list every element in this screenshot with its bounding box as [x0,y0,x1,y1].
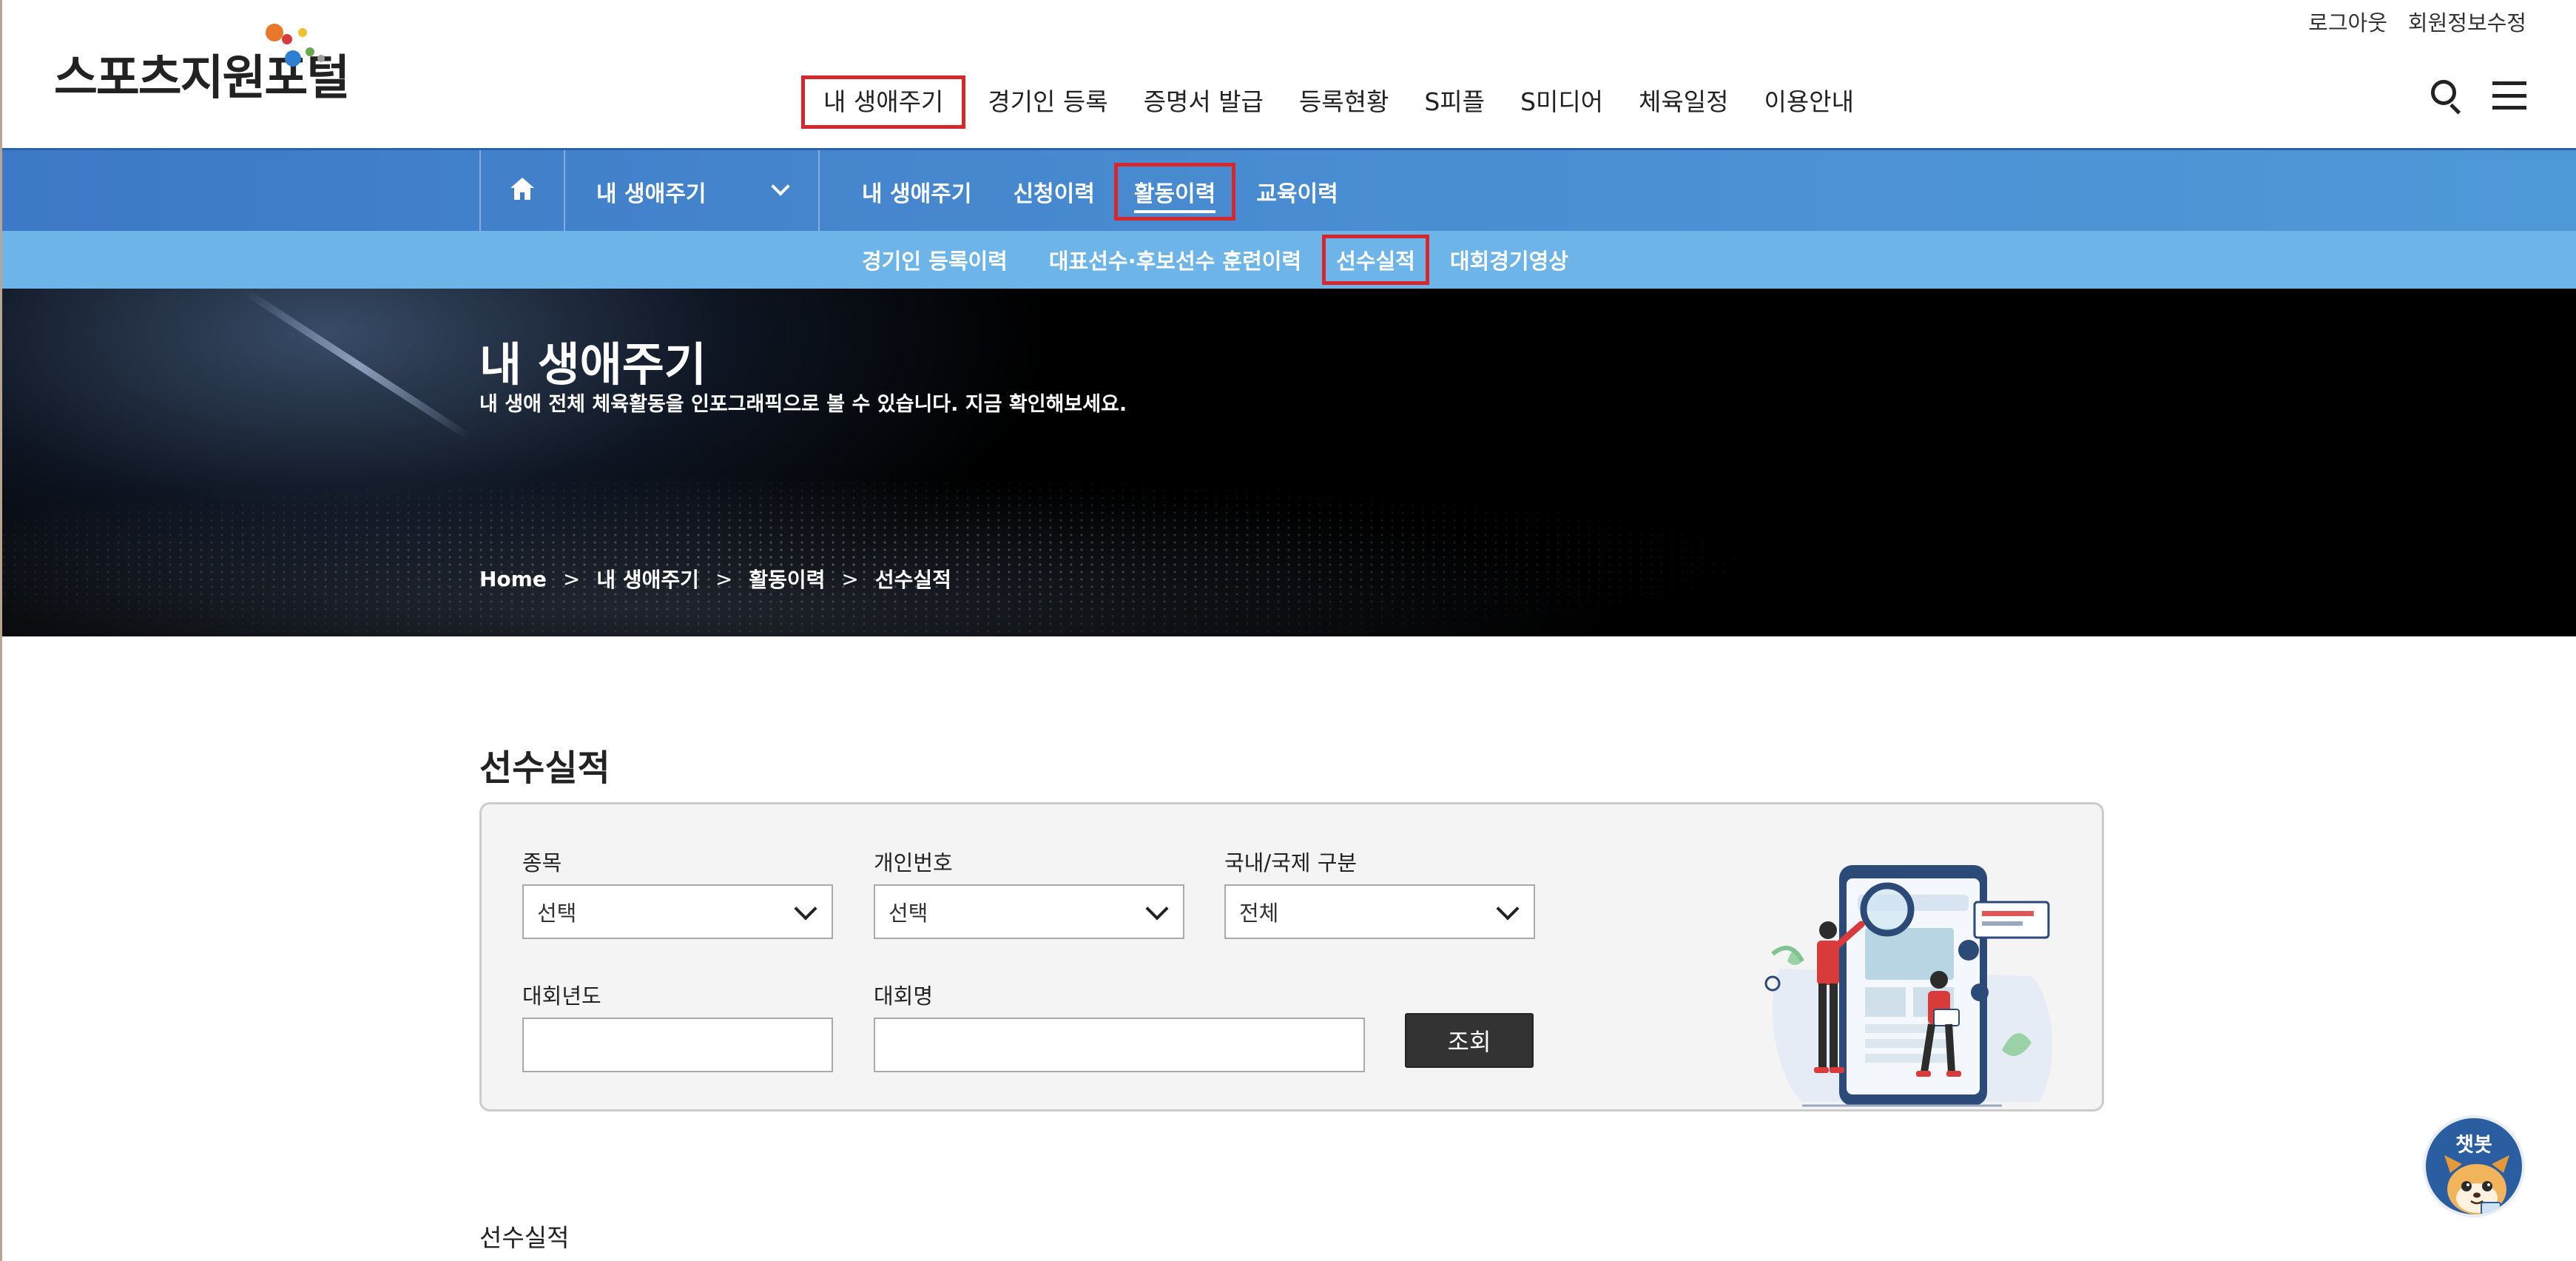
sub-navigation: 내 생애주기 내 생애주기 신청이력 활동이력 교육이력 [2,148,2576,233]
gnb-item-athlete-registration[interactable]: 경기인 등록 [988,77,1107,127]
site-header: 스포츠지원포털 로그아웃 회원정보수정 내 생애주기 경기인 등록 증명서 발급… [2,0,2576,148]
global-nav: 내 생애주기 경기인 등록 증명서 발급 등록현황 S피플 S미디어 체육일정 … [801,75,1889,129]
chevron-down-icon [1145,897,1169,921]
tab-application-history[interactable]: 신청이력 [1013,175,1094,208]
gnb-item-my-lifecycle[interactable]: 내 생애주기 [801,75,966,129]
gnb-item-registration-status[interactable]: 등록현황 [1299,77,1389,127]
chevron-down-icon [1496,897,1520,921]
sport-select-value: 선택 [537,901,577,926]
breadcrumb-separator: > [841,566,859,591]
edit-profile-link[interactable]: 회원정보수정 [2408,6,2526,37]
logo-dot-yellow [298,28,307,37]
sport-label: 종목 [522,850,562,875]
chevron-down-icon [794,897,817,921]
logo-dot-green [306,47,314,56]
breadcrumb-activity-history[interactable]: 활동이력 [749,564,825,593]
site-logo[interactable]: 스포츠지원포털 [54,18,350,114]
breadcrumb-separator: > [715,566,733,591]
sport-select[interactable]: 선택 [522,884,833,939]
hero-dot-grid [2,474,1778,636]
utility-links: 로그아웃 회원정보수정 [2308,6,2526,37]
personal-number-field: 개인번호 선택 [874,846,1184,939]
gnb-item-certificate[interactable]: 증명서 발급 [1144,77,1264,127]
subtab-national-team-training-history[interactable]: 대표선수·후보선수 훈련이력 [1049,244,1301,275]
logo-text: 스포츠지원포털 [54,51,350,106]
hero-banner: 내 생애주기 내 생애 전체 체육활동을 인포그래픽으로 볼 수 있습니다. 지… [2,289,2576,636]
region-field: 국내/국제 구분 전체 [1224,846,1535,939]
personal-number-select-value: 선택 [889,901,928,926]
results-section-label: 선수실적 [479,1223,570,1252]
region-select-value: 전체 [1239,901,1279,926]
section-dropdown-label: 내 생애주기 [596,181,707,207]
hamburger-menu-icon[interactable] [2492,81,2526,110]
logo-dot-red [282,34,292,44]
tab-activity-history[interactable]: 활동이력 [1113,163,1236,221]
logo-dot-orange [266,24,283,41]
home-button[interactable] [479,150,565,233]
gnb-item-sports-schedule[interactable]: 체육일정 [1639,77,1728,127]
sub-sub-navigation: 경기인 등록이력 대표선수·후보선수 훈련이력 선수실적 대회경기영상 [2,231,2576,289]
breadcrumb-my-lifecycle[interactable]: 내 생애주기 [596,564,699,593]
gnb-item-guide[interactable]: 이용안내 [1764,77,1854,127]
breadcrumb-separator: > [562,566,581,591]
personal-number-label: 개인번호 [874,850,953,875]
breadcrumb-home[interactable]: Home [479,567,547,591]
year-field: 대회년도 [522,979,833,1072]
breadcrumb-current: 선수실적 [874,568,951,592]
hero-title: 내 생애주기 [479,337,707,391]
breadcrumb: Home > 내 생애주기 > 활동이력 > 선수실적 [479,564,951,593]
tab-education-history[interactable]: 교육이력 [1256,175,1338,208]
competition-input[interactable] [874,1018,1365,1072]
year-input[interactable] [522,1018,833,1072]
chatbot-mascot-icon [2444,1155,2509,1214]
logo-dot-gray [317,55,325,62]
tab-my-lifecycle[interactable]: 내 생애주기 [862,175,971,208]
search-illustration [1764,865,2053,1107]
search-icon[interactable] [2431,80,2465,115]
tab-activity-history-label: 활동이력 [1133,181,1216,213]
gnb-item-s-people[interactable]: S피플 [1424,77,1485,127]
subtab-athlete-registration-history[interactable]: 경기인 등록이력 [862,244,1008,275]
page: 스포츠지원포털 로그아웃 회원정보수정 내 생애주기 경기인 등록 증명서 발급… [0,0,2576,1261]
page-title: 선수실적 [479,747,610,789]
logout-link[interactable]: 로그아웃 [2308,6,2387,37]
search-button[interactable]: 조회 [1405,1013,1534,1068]
competition-label: 대회명 [874,983,934,1009]
chatbot-button[interactable]: 챗봇 [2423,1115,2525,1217]
personal-number-select[interactable]: 선택 [874,884,1184,939]
sub-tabs: 내 생애주기 신청이력 활동이력 교육이력 [862,150,1380,233]
region-label: 국내/국제 구분 [1224,850,1358,875]
home-icon [510,178,534,201]
year-label: 대회년도 [522,983,601,1009]
subtab-competition-videos[interactable]: 대회경기영상 [1450,244,1568,275]
gnb-item-s-media[interactable]: S미디어 [1520,77,1603,127]
search-form: 종목 선택 개인번호 선택 국내/국제 구분 전체 대회년도 대회명 조회 [479,802,2104,1112]
competition-field: 대회명 [874,979,1365,1072]
logo-dot-blue [285,50,301,67]
sport-field: 종목 선택 [522,846,833,939]
subtab-athlete-records[interactable]: 선수실적 [1322,235,1429,285]
sub-sub-tabs: 경기인 등록이력 대표선수·후보선수 훈련이력 선수실적 대회경기영상 [862,231,1610,289]
section-dropdown[interactable]: 내 생애주기 [565,150,820,233]
chevron-down-icon [771,177,790,196]
region-select[interactable]: 전체 [1224,884,1535,939]
hero-description: 내 생애 전체 체육활동을 인포그래픽으로 볼 수 있습니다. 지금 확인해보세… [479,393,1127,416]
